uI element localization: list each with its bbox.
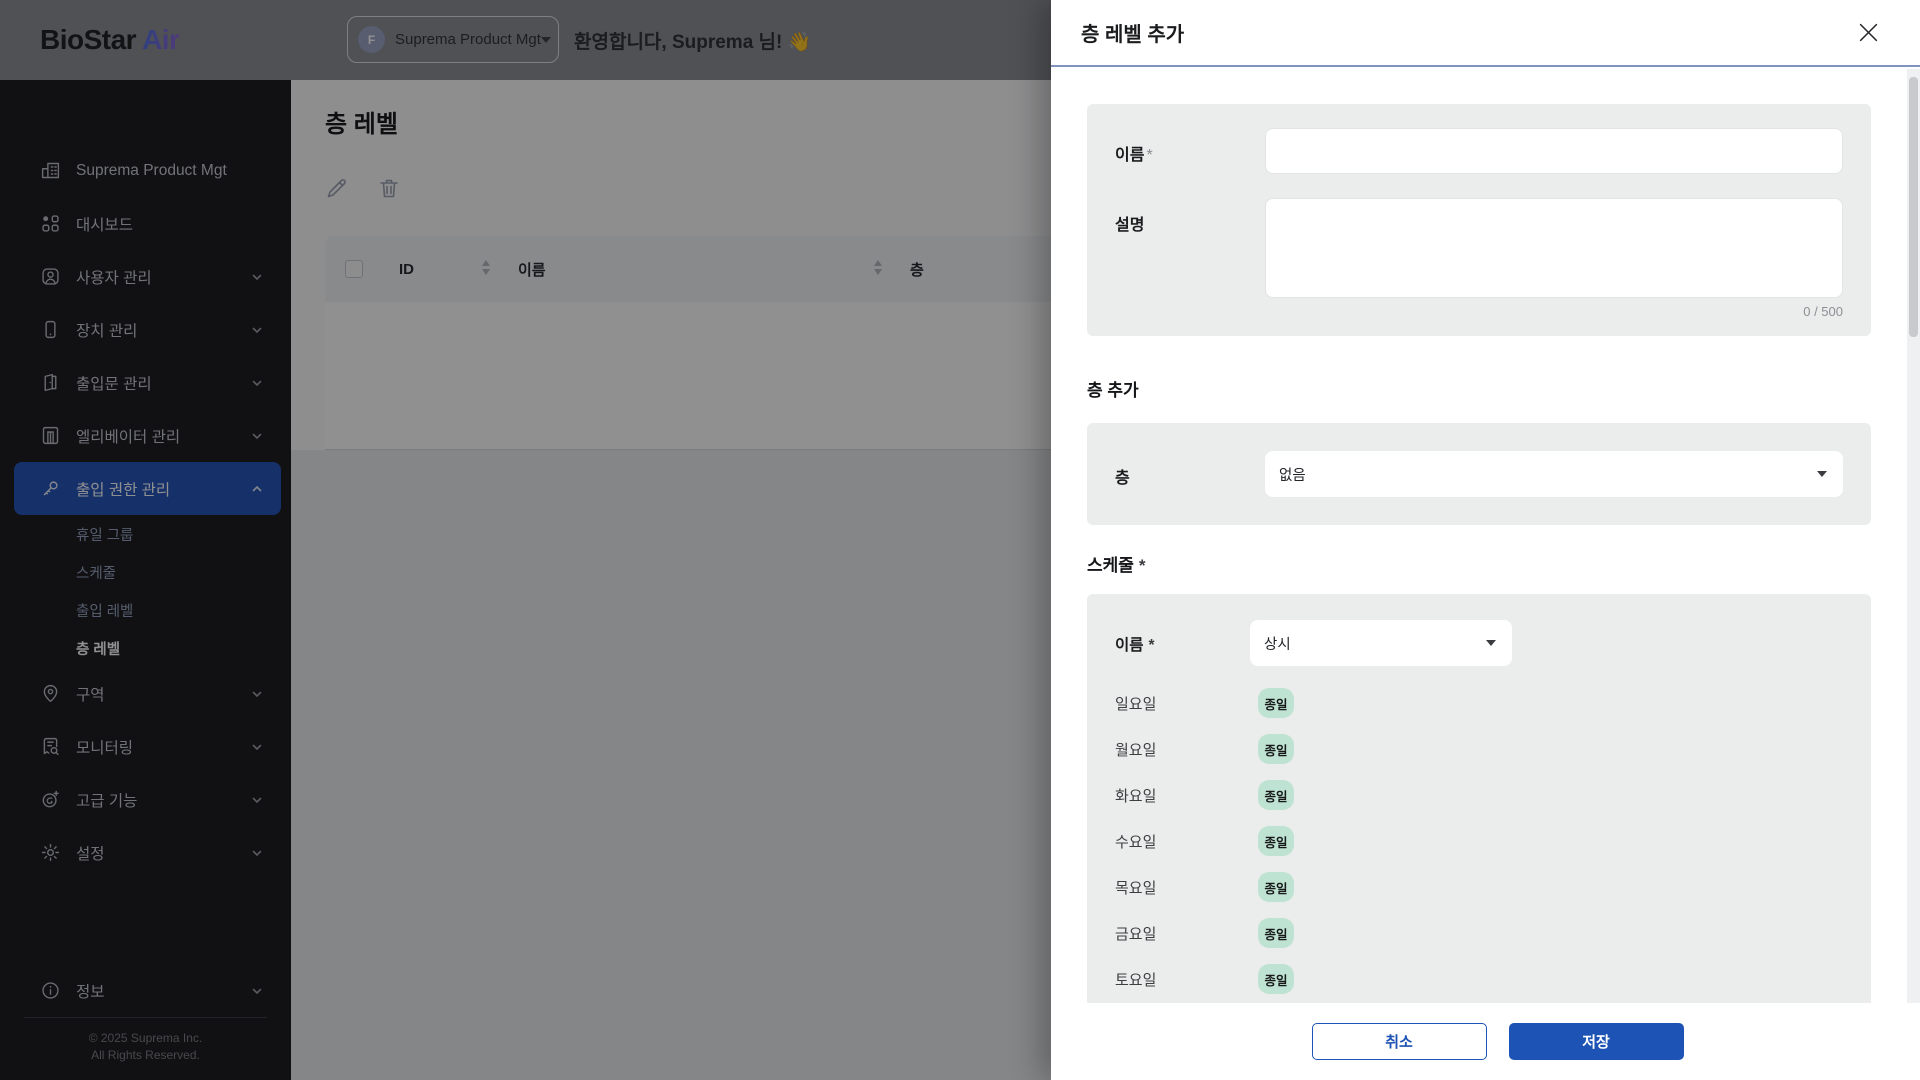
drawer-footer: 취소 저장: [1051, 1003, 1920, 1080]
name-label: 이름 *: [1115, 147, 1153, 164]
day-row-thursday: 목요일 종일: [1115, 864, 1843, 910]
chevron-down-icon: [1486, 640, 1496, 646]
chevron-down-icon: [1817, 471, 1827, 477]
day-schedule-list: 일요일 종일 월요일 종일 화요일 종일 수요일 종일 목요일 종일 금요일 종…: [1115, 680, 1843, 1002]
scrollbar-thumb[interactable]: [1909, 77, 1918, 337]
allday-badge[interactable]: 종일: [1258, 826, 1294, 856]
allday-badge[interactable]: 종일: [1258, 688, 1294, 718]
day-row-saturday: 토요일 종일: [1115, 956, 1843, 1002]
allday-badge[interactable]: 종일: [1258, 872, 1294, 902]
floor-label: 층: [1115, 470, 1130, 487]
floor-panel: 층 없음: [1087, 423, 1871, 525]
save-button[interactable]: 저장: [1508, 1023, 1684, 1060]
floor-section-heading: 층 추가: [1087, 381, 1139, 400]
description-textarea[interactable]: [1265, 198, 1843, 298]
add-floor-level-drawer: 층 레벨 추가 이름 * 설명 0 / 500 층 추가 층 없음 스케줄 * …: [1051, 0, 1920, 1080]
floor-select-value: 없음: [1279, 467, 1306, 484]
day-row-wednesday: 수요일 종일: [1115, 818, 1843, 864]
required-mark: *: [1138, 556, 1146, 575]
day-label: 수요일: [1115, 833, 1157, 851]
drawer-scrollbar[interactable]: [1907, 69, 1920, 1003]
day-label: 화요일: [1115, 787, 1157, 805]
description-label: 설명: [1115, 217, 1145, 234]
schedule-panel: 이름 * 상시 일요일 종일 월요일 종일 화요일 종일 수요일 종일 목요일 …: [1087, 594, 1871, 1003]
day-label: 월요일: [1115, 741, 1157, 759]
schedule-select[interactable]: 상시: [1250, 620, 1512, 666]
allday-badge[interactable]: 종일: [1258, 734, 1294, 764]
char-counter: 0 / 500: [1803, 304, 1843, 319]
schedule-select-value: 상시: [1264, 636, 1291, 653]
day-row-friday: 금요일 종일: [1115, 910, 1843, 956]
drawer-header: 층 레벨 추가: [1051, 0, 1920, 67]
drawer-title: 층 레벨 추가: [1081, 24, 1185, 46]
drawer-body: 이름 * 설명 0 / 500 층 추가 층 없음 스케줄 * 이름 * 상시 …: [1051, 69, 1920, 1003]
day-label: 금요일: [1115, 925, 1157, 943]
close-icon[interactable]: [1855, 19, 1882, 46]
basic-info-panel: 이름 * 설명 0 / 500: [1087, 104, 1871, 336]
day-label: 토요일: [1115, 971, 1157, 989]
name-input[interactable]: [1265, 128, 1843, 174]
day-row-tuesday: 화요일 종일: [1115, 772, 1843, 818]
floor-select[interactable]: 없음: [1265, 451, 1843, 497]
allday-badge[interactable]: 종일: [1258, 780, 1294, 810]
schedule-name-label: 이름 *: [1115, 637, 1155, 654]
day-row-sunday: 일요일 종일: [1115, 680, 1843, 726]
schedule-section-heading: 스케줄 *: [1087, 556, 1146, 575]
cancel-button[interactable]: 취소: [1311, 1023, 1487, 1060]
day-label: 일요일: [1115, 695, 1157, 713]
allday-badge[interactable]: 종일: [1258, 964, 1294, 994]
day-row-monday: 월요일 종일: [1115, 726, 1843, 772]
required-mark: *: [1146, 147, 1153, 164]
required-mark: *: [1148, 637, 1155, 654]
allday-badge[interactable]: 종일: [1258, 918, 1294, 948]
day-label: 목요일: [1115, 879, 1157, 897]
